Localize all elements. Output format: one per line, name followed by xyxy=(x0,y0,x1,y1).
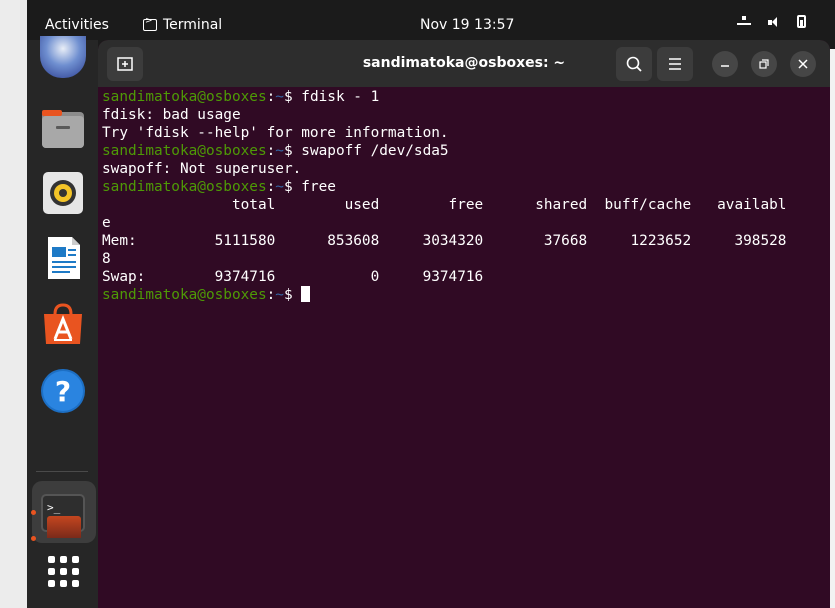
running-indicator xyxy=(31,510,36,515)
terminal-line: sandimatoka@osboxes:~$ xyxy=(102,286,828,304)
volume-icon xyxy=(767,16,781,28)
dock-separator xyxy=(36,471,88,472)
header-bar: sandimatoka@osboxes: ~ xyxy=(98,40,830,87)
maximize-button[interactable] xyxy=(751,51,777,77)
terminal-line: sandimatoka@osboxes:~$ fdisk - 1 xyxy=(102,89,380,105)
terminal-output[interactable]: sandimatoka@osboxes:~$ fdisk - 1 fdisk: … xyxy=(102,88,828,304)
app-center-icon[interactable] xyxy=(40,302,86,348)
terminal-line: Try 'fdisk --help' for more information. xyxy=(102,125,449,141)
activities-button[interactable]: Activities xyxy=(45,17,109,33)
command-text: free xyxy=(301,179,336,195)
free-swap-row: Swap: 9374716 0 9374716 xyxy=(102,269,484,285)
terminal-line: sandimatoka@osboxes:~$ free xyxy=(102,179,336,195)
system-menu[interactable] xyxy=(737,15,806,28)
running-indicator xyxy=(31,536,36,541)
svg-text:?: ? xyxy=(55,375,71,408)
network-icon xyxy=(737,15,751,28)
minimize-button[interactable] xyxy=(712,51,738,77)
libreoffice-writer-icon[interactable] xyxy=(40,235,86,281)
terminal-window: sandimatoka@osboxes: ~ sandimatoka@osbox… xyxy=(98,40,830,608)
terminal-line: fdisk: bad usage xyxy=(102,107,241,123)
prompt-user: sandimatoka@osboxes xyxy=(102,143,267,159)
command-text: swapoff /dev/sda5 xyxy=(301,143,449,159)
prompt-path: ~ xyxy=(275,287,284,303)
prompt-path: ~ xyxy=(275,143,284,159)
battery-icon xyxy=(797,15,806,28)
dock: ? >_ xyxy=(27,36,98,608)
terminal-line: sandimatoka@osboxes:~$ swapoff /dev/sda5 xyxy=(102,143,449,159)
free-mem-row: Mem: 5111580 853608 3034320 37668 122365… xyxy=(102,233,787,249)
files-icon[interactable] xyxy=(40,106,86,152)
app-menu[interactable]: Terminal xyxy=(143,16,223,33)
close-button[interactable] xyxy=(790,51,816,77)
rhythmbox-icon[interactable] xyxy=(40,170,86,216)
partial-app-icon[interactable] xyxy=(47,516,81,538)
clock[interactable]: Nov 19 13:57 xyxy=(420,17,514,33)
desktop-edge xyxy=(0,0,27,608)
text-cursor xyxy=(301,286,311,302)
prompt-user: sandimatoka@osboxes xyxy=(102,89,267,105)
app-menu-label: Terminal xyxy=(163,17,223,33)
prompt-user: sandimatoka@osboxes xyxy=(102,179,267,195)
help-icon[interactable]: ? xyxy=(40,368,86,414)
search-button[interactable] xyxy=(616,47,652,81)
prompt-user: sandimatoka@osboxes xyxy=(102,287,267,303)
free-header-wrap: e xyxy=(102,215,111,231)
prompt-path: ~ xyxy=(275,89,284,105)
prompt-path: ~ xyxy=(275,179,284,195)
command-text: fdisk - 1 xyxy=(301,89,380,105)
free-mem-wrap: 8 xyxy=(102,251,111,267)
svg-text:>_: >_ xyxy=(47,501,61,514)
menu-button[interactable] xyxy=(657,47,693,81)
terminal-icon xyxy=(143,16,157,31)
show-apps-icon[interactable] xyxy=(48,556,79,587)
terminal-line: swapoff: Not superuser. xyxy=(102,161,302,177)
thunderbird-icon[interactable] xyxy=(40,36,86,78)
free-header: total used free shared buff/cache availa… xyxy=(102,197,787,213)
